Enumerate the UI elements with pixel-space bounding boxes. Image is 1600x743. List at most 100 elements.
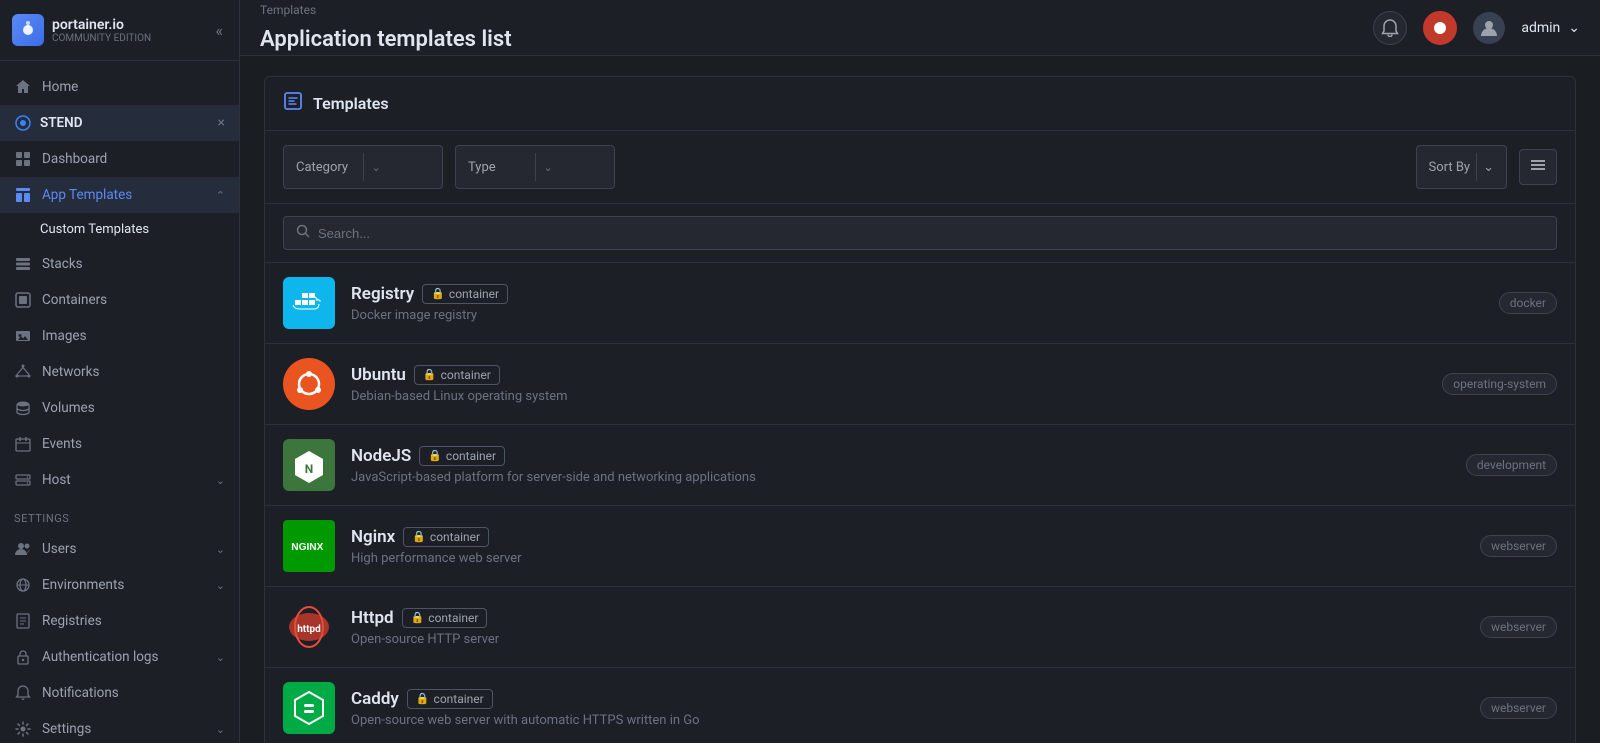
- events-icon: [14, 435, 32, 453]
- env-name: STEND: [40, 115, 83, 131]
- sidebar-item-volumes[interactable]: Volumes: [0, 390, 239, 426]
- nginx-desc: High performance web server: [351, 551, 1464, 566]
- sidebar-images-label: Images: [42, 328, 225, 344]
- app-templates-chevron: ⌃: [216, 189, 225, 202]
- template-row[interactable]: Ubuntu 🔒 container Debian-based Linux op…: [265, 344, 1575, 425]
- user-menu-button[interactable]: admin ⌄: [1521, 20, 1580, 36]
- nginx-logo: NGINX: [283, 520, 335, 572]
- sidebar-header: portainer.io COMMUNITY EDITION «: [0, 0, 239, 61]
- sidebar-item-dashboard[interactable]: Dashboard: [0, 141, 239, 177]
- breadcrumb: Templates: [260, 3, 512, 17]
- sidebar-app-templates-label: App Templates: [42, 187, 206, 203]
- nginx-tag: webserver: [1480, 535, 1557, 557]
- sidebar-item-notifications[interactable]: Notifications: [0, 675, 239, 711]
- search-input[interactable]: [318, 226, 1544, 241]
- sidebar-item-label: Home: [42, 79, 225, 95]
- caddy-info: Caddy 🔒 container Open-source web server…: [351, 689, 1464, 728]
- httpd-logo: httpd: [283, 601, 335, 653]
- template-row[interactable]: httpd Httpd 🔒 container Open-source HTTP…: [265, 587, 1575, 668]
- sidebar-events-label: Events: [42, 436, 225, 452]
- sidebar-env-item[interactable]: STEND ×: [0, 105, 239, 141]
- sort-by-chevron-icon: ⌄: [1483, 160, 1494, 175]
- sort-by-label: Sort By: [1429, 160, 1471, 175]
- dashboard-icon: [14, 150, 32, 168]
- environments-icon: [14, 576, 32, 594]
- svg-text:N: N: [305, 462, 313, 476]
- nodejs-info: NodeJS 🔒 container JavaScript-based plat…: [351, 446, 1450, 485]
- topbar-right: admin ⌄: [1373, 11, 1580, 45]
- sidebar-item-app-templates[interactable]: App Templates ⌃: [0, 177, 239, 213]
- sidebar-item-stacks[interactable]: Stacks: [0, 246, 239, 282]
- sidebar-registries-label: Registries: [42, 613, 225, 629]
- record-button[interactable]: [1423, 11, 1457, 45]
- category-label: Category: [296, 160, 355, 175]
- topbar: Templates Application templates list: [240, 0, 1600, 56]
- auth-logs-chevron: ⌄: [216, 651, 225, 664]
- lock-icon: 🔒: [428, 449, 442, 462]
- env-close-button[interactable]: ×: [218, 115, 225, 131]
- sort-by-button[interactable]: Sort By ⌄: [1416, 145, 1508, 189]
- auth-logs-icon: [14, 648, 32, 666]
- sidebar-stacks-label: Stacks: [42, 256, 225, 272]
- lock-icon: 🔒: [423, 368, 437, 381]
- sidebar-item-events[interactable]: Events: [0, 426, 239, 462]
- template-row[interactable]: NGINX Nginx 🔒 container High performance…: [265, 506, 1575, 587]
- sidebar-item-settings[interactable]: Settings ⌄: [0, 711, 239, 743]
- images-icon: [14, 327, 32, 345]
- lock-icon: 🔒: [412, 530, 426, 543]
- type-chevron-icon: ⌄: [544, 161, 603, 174]
- sidebar-item-networks[interactable]: Networks: [0, 354, 239, 390]
- lock-icon: 🔒: [431, 287, 445, 300]
- template-row[interactable]: Caddy 🔒 container Open-source web server…: [265, 668, 1575, 743]
- avatar: [1473, 12, 1505, 44]
- sidebar-item-containers[interactable]: Containers: [0, 282, 239, 318]
- template-row[interactable]: Registry 🔒 container Docker image regist…: [265, 263, 1575, 344]
- sidebar-nav: Home STEND ×: [0, 61, 239, 743]
- sidebar-item-host[interactable]: Host ⌄: [0, 462, 239, 498]
- nodejs-name: NodeJS: [351, 446, 411, 466]
- ubuntu-desc: Debian-based Linux operating system: [351, 389, 1426, 404]
- filters-row: Category ⌄ Type ⌄ Sort By ⌄: [265, 131, 1575, 204]
- sidebar-item-custom-templates[interactable]: Custom Templates: [0, 213, 239, 246]
- containers-icon: [14, 291, 32, 309]
- caddy-name: Caddy: [351, 689, 399, 709]
- category-dropdown[interactable]: Category ⌄: [283, 145, 443, 189]
- registry-info: Registry 🔒 container Docker image regist…: [351, 284, 1483, 323]
- columns-button[interactable]: [1519, 149, 1557, 185]
- app-edition: COMMUNITY EDITION: [52, 33, 151, 44]
- registries-icon: [14, 612, 32, 630]
- nginx-name: Nginx: [351, 527, 395, 547]
- registry-desc: Docker image registry: [351, 308, 1483, 323]
- nginx-info: Nginx 🔒 container High performance web s…: [351, 527, 1464, 566]
- ubuntu-tag: operating-system: [1442, 373, 1557, 395]
- sidebar-item-environments[interactable]: Environments ⌄: [0, 567, 239, 603]
- sidebar-host-label: Host: [42, 472, 206, 488]
- notifications-button[interactable]: [1373, 11, 1407, 45]
- category-chevron-icon: ⌄: [372, 161, 431, 174]
- sidebar-item-home[interactable]: Home: [0, 69, 239, 105]
- users-icon: [14, 540, 32, 558]
- volumes-icon: [14, 399, 32, 417]
- notifications-icon: [14, 684, 32, 702]
- collapse-sidebar-button[interactable]: «: [211, 17, 227, 44]
- sidebar-item-images[interactable]: Images: [0, 318, 239, 354]
- host-chevron: ⌄: [216, 474, 225, 487]
- sidebar-users-label: Users: [42, 541, 206, 557]
- sidebar-item-auth-logs[interactable]: Authentication logs ⌄: [0, 639, 239, 675]
- template-list: Registry 🔒 container Docker image regist…: [265, 263, 1575, 743]
- type-dropdown[interactable]: Type ⌄: [455, 145, 615, 189]
- template-row[interactable]: N NodeJS 🔒 container JavaScript-based pl…: [265, 425, 1575, 506]
- app-name: portainer.io: [52, 17, 151, 33]
- main-area: Templates Application templates list: [240, 0, 1600, 743]
- sidebar-environments-label: Environments: [42, 577, 206, 593]
- sidebar-item-users[interactable]: Users ⌄: [0, 531, 239, 567]
- httpd-tag: webserver: [1480, 616, 1557, 638]
- networks-icon: [14, 363, 32, 381]
- httpd-info: Httpd 🔒 container Open-source HTTP serve…: [351, 608, 1464, 647]
- registry-name: Registry: [351, 284, 414, 304]
- ubuntu-name: Ubuntu: [351, 365, 406, 385]
- settings-icon: [14, 720, 32, 738]
- ubuntu-info: Ubuntu 🔒 container Debian-based Linux op…: [351, 365, 1426, 404]
- search-row: [265, 204, 1575, 263]
- sidebar-item-registries[interactable]: Registries: [0, 603, 239, 639]
